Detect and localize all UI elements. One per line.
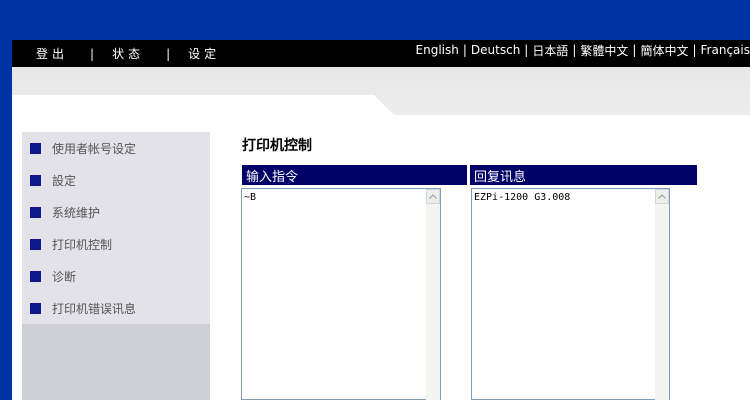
lang-separator: |: [462, 43, 467, 57]
sidebar-item-maintenance[interactable]: 系统维护: [22, 200, 210, 224]
reply-output[interactable]: EZPi-1200 G3.008: [471, 188, 656, 400]
sidebar-item-label: 打印机错误讯息: [52, 301, 137, 316]
lang-french-link[interactable]: Français: [701, 43, 750, 57]
command-input[interactable]: ~B: [241, 188, 441, 400]
bullet-square-icon: [30, 174, 41, 186]
page-title: 打印机控制: [242, 138, 312, 154]
nav-status-link[interactable]: 状态: [112, 45, 144, 62]
nav-separator: |: [90, 46, 95, 61]
bullet-square-icon: [30, 238, 41, 250]
bullet-square-icon: [30, 206, 41, 218]
page-content: 登出 | 状态 | 设定 English | Deutsch | 日本語 | 繁…: [12, 0, 750, 400]
lang-separator: |: [692, 43, 697, 57]
sidebar-item-label: 使用者帐号设定: [52, 141, 137, 156]
lang-separator: |: [632, 43, 637, 57]
lang-separator: |: [572, 43, 577, 57]
chevron-up-icon: [658, 194, 666, 199]
reply-panel-header: 回复讯息: [470, 165, 697, 185]
scroll-up-button[interactable]: [426, 189, 440, 204]
chevron-up-icon: [429, 194, 437, 199]
input-panel-header: 输入指令: [242, 165, 467, 185]
bullet-square-icon: [30, 142, 41, 154]
language-switcher: English | Deutsch | 日本語 | 繁體中文 | 簡体中文 | …: [416, 40, 750, 60]
bullet-square-icon: [30, 270, 41, 282]
nav-settings-link[interactable]: 设定: [188, 45, 220, 62]
bullet-square-icon: [30, 302, 41, 314]
lang-simplified-chinese-link[interactable]: 簡体中文: [640, 42, 688, 59]
lang-traditional-chinese-link[interactable]: 繁體中文: [580, 42, 628, 59]
sidebar-footer: [22, 324, 210, 400]
lang-separator: |: [524, 43, 529, 57]
sidebar-item-user-account[interactable]: 使用者帐号设定: [22, 136, 210, 160]
sidebar-item-label: 诊断: [52, 269, 77, 284]
sidebar-item-label: 設定: [52, 173, 77, 188]
lang-japanese-link[interactable]: 日本語: [532, 42, 568, 59]
sidebar-item-diagnostics[interactable]: 诊断: [22, 264, 210, 288]
sidebar-item-printer-errors[interactable]: 打印机错误讯息: [22, 296, 210, 320]
nav-links: 登出 | 状态 | 设定: [36, 40, 220, 67]
sidebar-item-settings[interactable]: 設定: [22, 168, 210, 192]
command-input-scrollbar[interactable]: [426, 188, 441, 400]
reply-output-scrollbar[interactable]: [655, 188, 670, 400]
sidebar-item-printer-control[interactable]: 打印机控制: [22, 232, 210, 256]
sidebar-menu: 使用者帐号设定 設定 系统维护 打印机控制 诊断 打印机错误讯息: [22, 132, 210, 400]
nav-separator: |: [166, 46, 171, 61]
top-nav-bar: 登出 | 状态 | 设定 English | Deutsch | 日本語 | 繁…: [12, 40, 750, 67]
banner-slant: [12, 95, 394, 115]
nav-logout-link[interactable]: 登出: [36, 45, 68, 62]
sidebar-item-label: 打印机控制: [52, 237, 113, 252]
lang-english-link[interactable]: English: [416, 43, 459, 57]
scroll-up-button[interactable]: [655, 189, 669, 204]
sidebar-item-label: 系统维护: [52, 205, 101, 220]
header-banner: [12, 0, 750, 40]
lang-deutsch-link[interactable]: Deutsch: [471, 43, 520, 57]
